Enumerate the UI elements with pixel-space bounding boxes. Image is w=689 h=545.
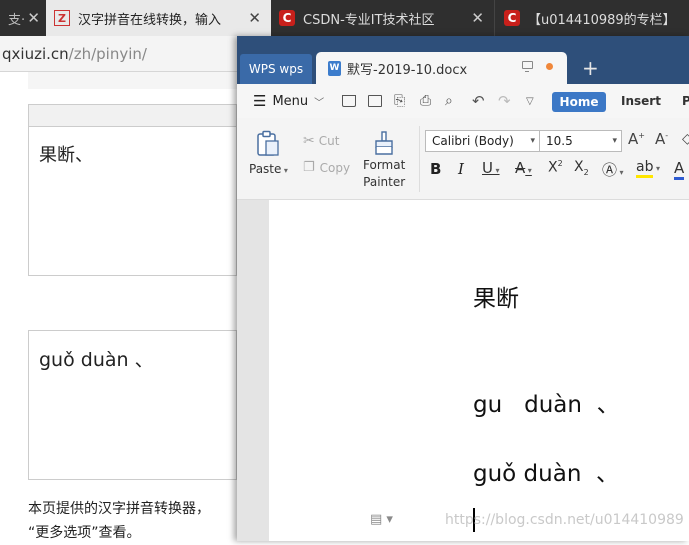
browser-tab-4[interactable]: C 【u014410989的专栏】 (496, 0, 689, 36)
pinyin-output-textarea[interactable]: guǒ duàn 、 (28, 330, 237, 480)
tab-page-layout[interactable]: P (682, 84, 689, 118)
tab-insert[interactable]: Insert (621, 84, 661, 118)
document-tab[interactable]: W 默写-2019-10.docx (316, 52, 567, 84)
format-painter-label-1: Format (363, 158, 406, 172)
paragraph-options-icon[interactable]: ▤ ▾ (370, 512, 393, 527)
chevron-down-icon: ▾ (612, 136, 617, 146)
scissors-icon: ✂ (303, 133, 315, 149)
menu-label: Menu (272, 93, 309, 109)
chevron-down-icon: ﹀ (314, 97, 325, 109)
tab-label: 汉字拼音在线转换，输入 (78, 12, 222, 28)
shrink-font-icon[interactable]: A- (655, 130, 668, 148)
browser-tab-2[interactable]: Z 汉字拼音在线转换，输入 ✕ (46, 0, 271, 36)
writer-doc-icon: W (328, 60, 341, 76)
wps-logo-label: WPS wps (248, 62, 304, 76)
document-tab-label: 默写-2019-10.docx (347, 62, 468, 78)
quick-access-dropdown-icon[interactable]: ▽ (526, 84, 534, 118)
cut-label: Cut (318, 134, 340, 148)
browser-tab-bar: 支· ✕ Z 汉字拼音在线转换，输入 ✕ C CSDN-专业IT技术社区 ✕ C… (0, 0, 689, 36)
format-painter-label-2: Painter (363, 175, 406, 189)
paste-label: Paste (249, 162, 282, 176)
copy-label: Copy (319, 160, 351, 175)
grow-font-icon[interactable]: A+ (628, 130, 645, 148)
tab-label: 支· (8, 12, 26, 28)
tab-label: CSDN-专业IT技术社区 (303, 12, 435, 28)
document-page[interactable] (269, 200, 689, 541)
superscript-icon[interactable]: X2 (548, 159, 563, 176)
tab-insert-label: Insert (621, 94, 661, 108)
close-icon[interactable]: ✕ (27, 9, 40, 27)
print-preview-icon[interactable]: ⌕ (445, 84, 453, 118)
document-line-3[interactable]: guǒ duàn 、 (473, 454, 619, 488)
font-color-icon[interactable]: A (674, 159, 685, 180)
page-description: 本页提供的汉字拼音转换器， “更多选项”查看。 (28, 497, 237, 545)
clear-format-icon[interactable]: ◇ (682, 131, 689, 147)
csdn-favicon-icon: C (504, 10, 520, 26)
tab-label: 【u014410989的专栏】 (528, 12, 676, 28)
hamburger-icon: ☰ (253, 92, 267, 110)
close-icon[interactable]: ✕ (248, 9, 261, 27)
format-painter-button[interactable]: Format Painter (363, 130, 405, 189)
bold-icon[interactable]: B (430, 160, 441, 178)
hanzi-input-text: 果断、 (39, 145, 93, 166)
url-text[interactable]: qxiuzi.cn/zh/pinyin/ (2, 45, 147, 63)
document-area (237, 200, 689, 541)
chevron-down-icon: ▾ (530, 136, 535, 146)
cut-button[interactable]: ✂ Cut (303, 133, 339, 149)
font-size-select[interactable]: 10.5 ▾ (539, 130, 622, 152)
zi-favicon-icon: Z (54, 10, 70, 26)
highlight-icon[interactable]: ab ▾ (636, 159, 660, 178)
unsaved-dot-icon (546, 63, 553, 70)
browser-tab-3[interactable]: C CSDN-专业IT技术社区 ✕ (271, 0, 495, 36)
open-folder-icon[interactable] (342, 84, 356, 118)
font-name-value: Calibri (Body) (432, 134, 514, 148)
url-host: qxiuzi.cn (2, 45, 69, 63)
redo-icon[interactable]: ↷ (498, 84, 511, 118)
close-icon[interactable]: ✕ (471, 9, 484, 27)
wps-title-bar: WPS wps W 默写-2019-10.docx + (237, 36, 689, 84)
copy-icon: ❐ (303, 160, 315, 175)
menu-button[interactable]: ☰ Menu ﹀ (253, 84, 324, 118)
tab-home[interactable]: Home (552, 92, 606, 112)
paste-button[interactable]: Paste ▾ (249, 130, 288, 176)
format-painter-icon (375, 131, 393, 155)
tab-home-label: Home (559, 95, 599, 109)
input-box-header (28, 104, 237, 126)
print-icon[interactable]: ⎙ (420, 84, 431, 118)
ribbon-divider (419, 126, 420, 192)
url-path: /zh/pinyin/ (68, 45, 147, 63)
document-line-2[interactable]: gu duàn 、 (473, 385, 620, 419)
font-name-select[interactable]: Calibri (Body) ▾ (425, 130, 540, 152)
description-line: 本页提供的汉字拼音转换器， (28, 501, 210, 517)
wps-writer-window: WPS wps W 默写-2019-10.docx + ☰ Menu ﹀ ⎘ ⎙… (237, 36, 689, 541)
export-pdf-icon[interactable]: ⎘ (394, 84, 405, 118)
new-tab-plus-icon[interactable]: + (582, 56, 599, 80)
document-line-1[interactable]: 果断 (473, 279, 519, 313)
strikethrough-icon[interactable]: A ▾ (515, 159, 532, 177)
pinyin-output-text: guǒ duàn 、 (39, 349, 154, 371)
tab-page-layout-label: P (682, 94, 689, 108)
save-icon[interactable] (368, 84, 382, 118)
subscript-icon[interactable]: X2 (574, 159, 589, 177)
copy-button[interactable]: ❐ Copy (303, 160, 350, 175)
text-effect-icon[interactable]: Ⓐ ▾ (602, 159, 624, 180)
watermark-text: https://blog.csdn.net/u014410989 (445, 512, 684, 528)
wps-home-tab[interactable]: WPS wps (240, 54, 312, 84)
monitor-icon[interactable] (522, 61, 533, 72)
wps-menu-bar: ☰ Menu ﹀ ⎘ ⎙ ⌕ ↶ ↷ ▽ Home Insert P (237, 84, 689, 118)
clipboard-icon (257, 130, 280, 156)
description-line: “更多选项”查看。 (28, 525, 141, 541)
browser-tab-1[interactable]: 支· ✕ (0, 0, 46, 36)
hanzi-input-textarea[interactable]: 果断、 (28, 126, 237, 276)
csdn-favicon-icon: C (279, 10, 295, 26)
font-size-value: 10.5 (546, 134, 573, 148)
page-header-strip (28, 72, 237, 89)
underline-icon[interactable]: U ▾ (482, 159, 500, 177)
home-ribbon: Paste ▾ ✂ Cut ❐ Copy Format Painter Cali… (237, 118, 689, 200)
italic-icon[interactable]: I (458, 160, 464, 178)
paste-label-row: Paste ▾ (249, 162, 288, 176)
undo-icon[interactable]: ↶ (472, 84, 485, 118)
